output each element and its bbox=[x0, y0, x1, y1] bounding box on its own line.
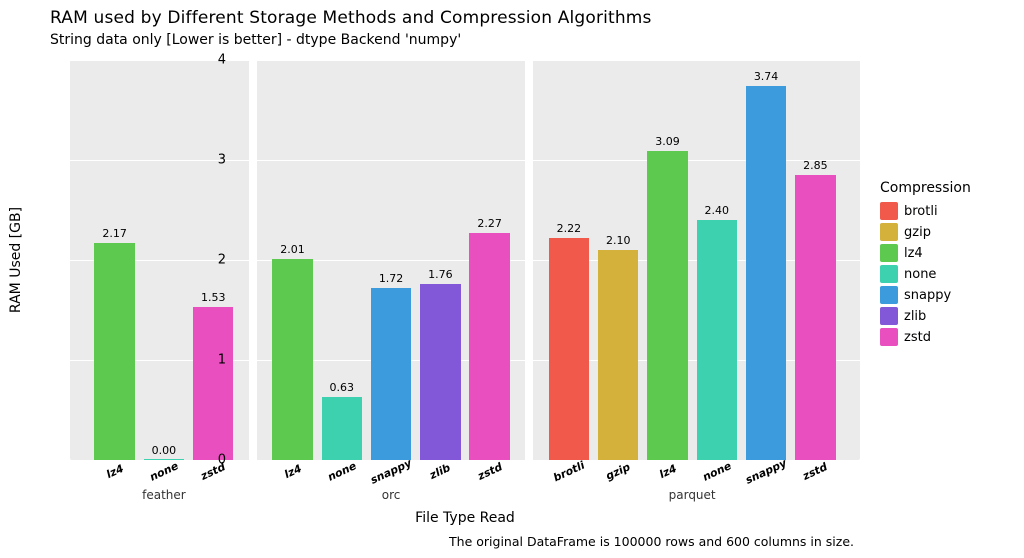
bar-category-label: none bbox=[148, 459, 181, 484]
bar-value-label: 1.76 bbox=[410, 268, 470, 281]
group-label-parquet: parquet bbox=[652, 488, 732, 502]
legend-label: zlib bbox=[904, 309, 926, 324]
legend-label: lz4 bbox=[904, 246, 923, 261]
legend-label: gzip bbox=[904, 225, 931, 240]
legend-swatch bbox=[880, 307, 898, 325]
bar-category-label: lz4 bbox=[657, 462, 678, 481]
bar-orc-snappy bbox=[371, 288, 411, 460]
group-separator bbox=[249, 60, 257, 460]
bar-orc-zlib bbox=[420, 284, 460, 460]
bar-feather-zstd bbox=[193, 307, 233, 460]
legend-label: snappy bbox=[904, 288, 951, 303]
y-tick-label: 1 bbox=[186, 353, 226, 368]
bar-category-label: none bbox=[700, 459, 733, 484]
x-axis-label: File Type Read bbox=[70, 510, 860, 526]
legend-item-gzip: gzip bbox=[880, 223, 971, 241]
legend-swatch bbox=[880, 244, 898, 262]
legend-label: brotli bbox=[904, 204, 938, 219]
bar-value-label: 1.53 bbox=[183, 291, 243, 304]
bar-value-label: 2.85 bbox=[785, 159, 845, 172]
bar-value-label: 0.00 bbox=[134, 444, 194, 457]
chart-container: RAM used by Different Storage Methods an… bbox=[0, 0, 1024, 558]
legend-swatch bbox=[880, 286, 898, 304]
legend: Compression brotli gzip lz4 none snappy zlib z… bbox=[880, 180, 971, 349]
bar-category-label: zstd bbox=[801, 460, 830, 483]
group-label-feather: feather bbox=[124, 488, 204, 502]
bar-feather-lz4 bbox=[94, 243, 134, 460]
chart-title: RAM used by Different Storage Methods an… bbox=[50, 8, 652, 28]
bar-value-label: 2.17 bbox=[85, 227, 145, 240]
bar-value-label: 2.10 bbox=[588, 234, 648, 247]
group-label-orc: orc bbox=[351, 488, 431, 502]
bar-value-label: 2.40 bbox=[687, 204, 747, 217]
legend-label: zstd bbox=[904, 330, 931, 345]
bar-category-label: lz4 bbox=[104, 462, 125, 481]
legend-swatch bbox=[880, 223, 898, 241]
bar-parquet-gzip bbox=[598, 250, 638, 460]
bar-value-label: 2.27 bbox=[460, 217, 520, 230]
legend-label: none bbox=[904, 267, 936, 282]
legend-item-snappy: snappy bbox=[880, 286, 971, 304]
chart-caption: The original DataFrame is 100000 rows an… bbox=[449, 534, 854, 549]
bar-orc-none bbox=[322, 397, 362, 460]
bar-parquet-zstd bbox=[795, 175, 835, 460]
legend-item-none: none bbox=[880, 265, 971, 283]
legend-title: Compression bbox=[880, 180, 971, 196]
y-tick-label: 4 bbox=[186, 53, 226, 68]
bar-category-label: gzip bbox=[604, 460, 633, 483]
y-tick-label: 2 bbox=[186, 253, 226, 268]
legend-item-zlib: zlib bbox=[880, 307, 971, 325]
bar-value-label: 0.63 bbox=[312, 381, 372, 394]
bar-value-label: 2.01 bbox=[263, 243, 323, 256]
group-separator bbox=[525, 60, 533, 460]
legend-swatch bbox=[880, 202, 898, 220]
chart-subtitle: String data only [Lower is better] - dty… bbox=[50, 32, 461, 48]
y-axis-label: RAM Used [GB] bbox=[8, 207, 24, 313]
bar-parquet-brotli bbox=[549, 238, 589, 460]
legend-swatch bbox=[880, 265, 898, 283]
bar-category-label: brotli bbox=[551, 459, 586, 485]
legend-item-zstd: zstd bbox=[880, 328, 971, 346]
legend-swatch bbox=[880, 328, 898, 346]
legend-item-brotli: brotli bbox=[880, 202, 971, 220]
bar-category-label: zstd bbox=[475, 460, 504, 483]
bar-parquet-none bbox=[697, 220, 737, 460]
bar-orc-lz4 bbox=[272, 259, 312, 460]
bar-parquet-lz4 bbox=[647, 151, 687, 460]
bar-value-label: 3.09 bbox=[638, 135, 698, 148]
bar-category-label: zlib bbox=[428, 461, 453, 482]
legend-item-lz4: lz4 bbox=[880, 244, 971, 262]
bar-orc-zstd bbox=[469, 233, 509, 460]
bar-category-label: lz4 bbox=[282, 462, 303, 481]
y-tick-label: 3 bbox=[186, 153, 226, 168]
bar-value-label: 3.74 bbox=[736, 70, 796, 83]
bar-parquet-snappy bbox=[746, 86, 786, 460]
bar-category-label: none bbox=[325, 459, 358, 484]
bar-feather-none bbox=[144, 459, 184, 461]
